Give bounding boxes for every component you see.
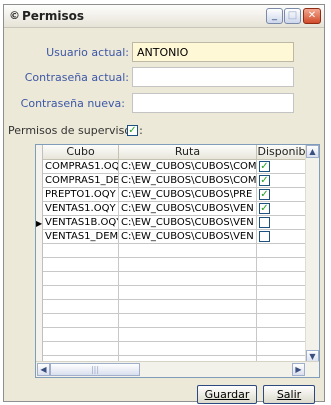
cubos-grid: Cubo Ruta Disponib COMPRAS1.OQY C:\EW_CUB… — [35, 144, 320, 378]
contrasena-nueva-label: Contraseña nueva: — [20, 97, 125, 110]
cell-cubo[interactable] — [43, 286, 119, 300]
vertical-scrollbar[interactable]: ▲ ▼ — [305, 145, 319, 363]
cell-ruta[interactable]: C:\EW_CUBOS\CUBOS\PRE — [119, 188, 257, 202]
cell-ruta[interactable] — [119, 286, 257, 300]
table-row[interactable]: VENTAS1_DEM C:\EW_CUBOS\CUBOS\VEN — [43, 230, 314, 244]
cell-cubo[interactable]: COMPRAS1.OQY — [43, 160, 119, 174]
cell-cubo[interactable]: VENTAS1B.OQY — [43, 216, 119, 230]
close-button[interactable]: ✕ — [303, 8, 321, 24]
disponible-checkbox[interactable] — [259, 217, 270, 228]
salir-label: Salir — [276, 388, 302, 401]
horizontal-scrollbar[interactable]: ◀ ||| ▶ — [36, 361, 319, 377]
cell-ruta[interactable]: C:\EW_CUBOS\CUBOS\VEN — [119, 216, 257, 230]
cell-ruta[interactable] — [119, 314, 257, 328]
cell-cubo[interactable] — [43, 314, 119, 328]
title-bar[interactable]: © Permisos _ □ ✕ — [4, 5, 324, 28]
cell-cubo[interactable] — [43, 300, 119, 314]
empty-row[interactable] — [43, 328, 314, 342]
cell-cubo[interactable] — [43, 328, 119, 342]
cell-cubo[interactable]: PREPTO1.OQY — [43, 188, 119, 202]
contrasena-nueva-field[interactable] — [132, 93, 294, 113]
column-header-cubo[interactable]: Cubo — [43, 145, 119, 160]
supervisor-checkbox[interactable]: ✓ — [127, 125, 138, 136]
disponible-checkbox[interactable] — [259, 231, 270, 242]
cell-cubo[interactable]: VENTAS1.OQY — [43, 202, 119, 216]
table-row[interactable]: COMPRAS1_DEMC:\EW_CUBOS\CUBOS\COM✓ — [43, 174, 314, 188]
column-header-disponible[interactable]: Disponib — [257, 145, 307, 160]
disponible-checkbox[interactable]: ✓ — [259, 189, 270, 200]
contrasena-actual-label: Contraseña actual: — [24, 71, 129, 84]
column-header-ruta[interactable]: Ruta — [119, 145, 257, 160]
empty-row[interactable] — [43, 272, 314, 286]
usuario-label: Usuario actual: — [46, 46, 129, 59]
empty-row[interactable] — [43, 258, 314, 272]
salir-button[interactable]: Salir — [263, 385, 315, 404]
cell-cubo[interactable] — [43, 258, 119, 272]
permisos-window: © Permisos _ □ ✕ Usuario actual: ANTONIO… — [3, 4, 325, 404]
empty-row[interactable] — [43, 342, 314, 356]
cell-ruta[interactable]: C:\EW_CUBOS\CUBOS\COM — [119, 160, 257, 174]
window-title: Permisos — [22, 9, 84, 23]
cell-cubo[interactable]: COMPRAS1_DEM — [43, 174, 119, 188]
cell-ruta[interactable]: C:\EW_CUBOS\CUBOS\COM — [119, 174, 257, 188]
table-row[interactable]: VENTAS1B.OQY C:\EW_CUBOS\CUBOS\VEN — [43, 216, 314, 230]
cell-cubo[interactable] — [43, 244, 119, 258]
cell-ruta[interactable] — [119, 328, 257, 342]
maximize-button[interactable]: □ — [284, 8, 301, 24]
current-row-icon: ▶ — [36, 219, 43, 228]
app-icon: © — [9, 9, 20, 22]
supervisor-label: Permisos de supervisor : — [8, 124, 143, 137]
cell-ruta[interactable]: C:\EW_CUBOS\CUBOS\VEN — [119, 202, 257, 216]
cell-ruta[interactable] — [119, 272, 257, 286]
cell-ruta[interactable] — [119, 342, 257, 356]
table-row[interactable]: COMPRAS1.OQY C:\EW_CUBOS\CUBOS\COM ✓ — [43, 160, 314, 174]
disponible-checkbox[interactable]: ✓ — [259, 203, 270, 214]
scroll-up-icon[interactable]: ▲ — [306, 145, 319, 158]
table-row[interactable]: VENTAS1.OQY C:\EW_CUBOS\CUBOS\VEN ✓ — [43, 202, 314, 216]
scroll-left-icon[interactable]: ◀ — [37, 363, 50, 376]
empty-row[interactable] — [43, 314, 314, 328]
scroll-thumb[interactable]: ||| — [50, 363, 140, 376]
table-row[interactable]: PREPTO1.OQY C:\EW_CUBOS\CUBOS\PRE ✓ — [43, 188, 314, 202]
cell-ruta[interactable] — [119, 244, 257, 258]
row-indicator-column — [36, 145, 43, 377]
contrasena-actual-field[interactable] — [132, 67, 294, 87]
cell-ruta[interactable] — [119, 258, 257, 272]
minimize-button[interactable]: _ — [266, 8, 283, 24]
cell-cubo[interactable] — [43, 272, 119, 286]
cell-cubo[interactable] — [43, 342, 119, 356]
empty-row[interactable] — [43, 286, 314, 300]
guardar-button[interactable]: Guardar — [197, 385, 257, 404]
usuario-field[interactable]: ANTONIO — [132, 42, 294, 62]
empty-row[interactable] — [43, 244, 314, 258]
scroll-right-icon[interactable]: ▶ — [292, 363, 305, 376]
guardar-label: Guardar — [204, 388, 250, 401]
cell-cubo[interactable]: VENTAS1_DEM — [43, 230, 119, 244]
empty-row[interactable] — [43, 300, 314, 314]
disponible-checkbox[interactable]: ✓ — [259, 175, 270, 186]
cell-ruta[interactable]: C:\EW_CUBOS\CUBOS\VEN — [119, 230, 257, 244]
cell-ruta[interactable] — [119, 300, 257, 314]
disponible-checkbox[interactable]: ✓ — [259, 161, 270, 172]
